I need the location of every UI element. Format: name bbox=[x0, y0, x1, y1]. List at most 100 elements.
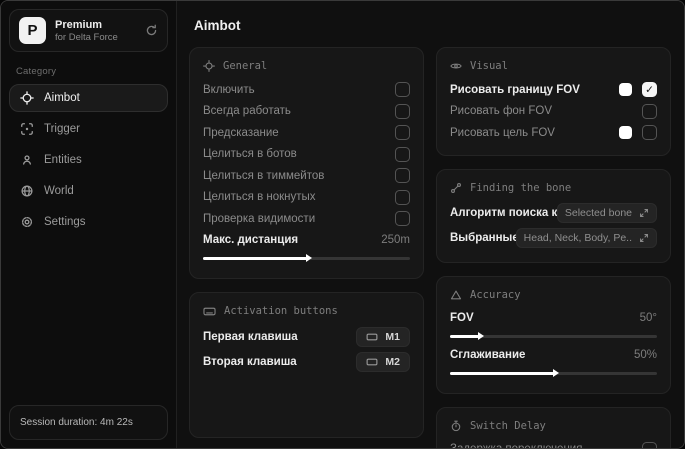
slider-row: Макс. дистанция 250m bbox=[203, 230, 410, 252]
selected-bones-select[interactable]: Head, Neck, Body, Pe.. bbox=[515, 228, 657, 248]
toggle-label: Включить bbox=[203, 83, 255, 96]
smoothing-slider[interactable] bbox=[450, 372, 657, 375]
sidebar-item-trigger[interactable]: Trigger bbox=[9, 115, 168, 143]
page-title: Aimbot bbox=[194, 18, 241, 33]
slider-row: FOV 50° bbox=[450, 308, 657, 330]
slider-label: FOV bbox=[450, 312, 474, 325]
brand-subtitle: for Delta Force bbox=[55, 31, 118, 43]
accuracy-panel: Accuracy FOV 50° Сглаживание 50% bbox=[436, 275, 671, 394]
stopwatch-icon bbox=[450, 420, 462, 432]
keybind-button-m2[interactable]: M2 bbox=[356, 352, 410, 372]
select-value: Head, Neck, Body, Pe.. bbox=[523, 232, 632, 244]
accuracy-panel-header: Accuracy bbox=[450, 289, 657, 301]
keyboard-icon bbox=[366, 356, 378, 368]
finding-the-bone-panel: Finding the bone Алгоритм поиска кост Se… bbox=[436, 168, 671, 263]
switch-delay-panel-header: Switch Delay bbox=[450, 420, 657, 432]
session-duration-label: Session duration: 4m 22s bbox=[20, 417, 133, 428]
dropdown-row: Выбранные кос Head, Neck, Body, Pe.. bbox=[450, 226, 657, 251]
session-duration-card: Session duration: 4m 22s bbox=[9, 405, 168, 440]
trigger-scope-icon bbox=[20, 122, 34, 136]
globe-icon bbox=[20, 184, 34, 198]
main-content: Aimbot General Включить Всегда работать … bbox=[177, 1, 684, 448]
visual-row: Рисовать границу FOV bbox=[450, 79, 657, 101]
bone-icon bbox=[450, 182, 462, 194]
slider-fill bbox=[450, 372, 554, 375]
slider-value: 50° bbox=[639, 312, 657, 325]
toggle-label: Целиться в ботов bbox=[203, 148, 297, 161]
slider-value: 250m bbox=[381, 234, 410, 247]
eye-icon bbox=[450, 60, 462, 72]
checkbox[interactable] bbox=[395, 189, 410, 205]
visual-controls bbox=[619, 82, 657, 98]
toggle-row: Целиться в тиммейтов bbox=[203, 165, 410, 187]
keybind-button-m1[interactable]: M1 bbox=[356, 327, 410, 347]
sidebar-item-label: Entities bbox=[44, 154, 82, 166]
toggle-label: Задержка переключения bbox=[450, 443, 582, 448]
slider-label: Сглаживание bbox=[450, 349, 526, 362]
keybind-value: M1 bbox=[385, 331, 400, 343]
dropdown-label: Алгоритм поиска кост bbox=[450, 207, 557, 219]
left-column: General Включить Всегда работать Предска… bbox=[189, 47, 424, 438]
checkbox[interactable] bbox=[642, 125, 657, 141]
toggle-label: Целиться в нокнутых bbox=[203, 191, 316, 204]
sidebar: P Premium for Delta Force Category Aimbo… bbox=[1, 1, 177, 448]
slider-fill bbox=[450, 335, 479, 338]
keybind-value: M2 bbox=[385, 356, 400, 368]
toggle-row: Предсказание bbox=[203, 122, 410, 144]
panel-title-label: General bbox=[223, 60, 268, 72]
panel-columns: General Включить Всегда работать Предска… bbox=[189, 47, 671, 448]
brand-card: P Premium for Delta Force bbox=[9, 9, 168, 52]
fov-slider[interactable] bbox=[450, 335, 657, 338]
bone-algorithm-select[interactable]: Selected bone bbox=[556, 203, 657, 223]
sidebar-item-label: Settings bbox=[44, 216, 86, 228]
brand-text: Premium for Delta Force bbox=[55, 19, 118, 43]
keybind-row: Вторая клавиша M2 bbox=[203, 350, 410, 375]
keybind-label: Первая клавиша bbox=[203, 331, 298, 343]
sidebar-item-aimbot[interactable]: Aimbot bbox=[9, 84, 168, 112]
visual-controls bbox=[619, 125, 657, 141]
expand-icon bbox=[639, 208, 649, 218]
toggle-row: Включить bbox=[203, 79, 410, 101]
switch-delay-panel: Switch Delay Задержка переключения Задер… bbox=[436, 406, 671, 448]
checkbox[interactable] bbox=[642, 103, 657, 119]
color-swatch[interactable] bbox=[619, 83, 632, 97]
sidebar-item-settings[interactable]: Settings bbox=[9, 208, 168, 236]
toggle-row: Задержка переключения bbox=[450, 439, 657, 448]
color-swatch[interactable] bbox=[619, 126, 632, 140]
panel-title-label: Switch Delay bbox=[470, 419, 546, 432]
sidebar-item-label: Trigger bbox=[44, 123, 80, 135]
visual-panel-header: Visual bbox=[450, 60, 657, 72]
person-scan-icon bbox=[20, 153, 34, 167]
max-distance-slider[interactable] bbox=[203, 257, 410, 260]
target-icon bbox=[203, 60, 215, 72]
sidebar-item-entities[interactable]: Entities bbox=[9, 146, 168, 174]
keyboard-icon bbox=[366, 331, 378, 343]
sidebar-item-label: Aimbot bbox=[44, 92, 80, 104]
checkbox[interactable] bbox=[642, 441, 657, 448]
toggle-label: Всегда работать bbox=[203, 105, 291, 118]
visual-panel: Visual Рисовать границу FOV Рисовать фон… bbox=[436, 47, 671, 156]
expand-icon bbox=[639, 233, 649, 243]
checkbox[interactable] bbox=[395, 146, 410, 162]
toggle-row: Всегда работать bbox=[203, 101, 410, 123]
slider-label: Макс. дистанция bbox=[203, 234, 299, 247]
bones-panel-header: Finding the bone bbox=[450, 182, 657, 194]
checkbox[interactable] bbox=[395, 125, 410, 141]
dropdown-label: Выбранные кос bbox=[450, 232, 516, 244]
checkbox[interactable] bbox=[395, 103, 410, 119]
sidebar-item-world[interactable]: World bbox=[9, 177, 168, 205]
general-panel: General Включить Всегда работать Предска… bbox=[189, 47, 424, 279]
checkbox[interactable] bbox=[395, 211, 410, 227]
checkbox[interactable] bbox=[642, 82, 657, 98]
checkbox[interactable] bbox=[395, 168, 410, 184]
right-column: Visual Рисовать границу FOV Рисовать фон… bbox=[436, 47, 671, 448]
triangle-icon bbox=[450, 289, 462, 301]
toggle-row: Целиться в нокнутых bbox=[203, 187, 410, 209]
refresh-icon[interactable] bbox=[145, 24, 158, 37]
checkbox[interactable] bbox=[395, 82, 410, 98]
category-label: Category bbox=[16, 66, 57, 77]
panel-title-label: Activation buttons bbox=[224, 305, 338, 317]
sidebar-item-label: World bbox=[44, 185, 74, 197]
visual-row: Рисовать цель FOV bbox=[450, 122, 657, 144]
slider-row: Сглаживание 50% bbox=[450, 345, 657, 367]
